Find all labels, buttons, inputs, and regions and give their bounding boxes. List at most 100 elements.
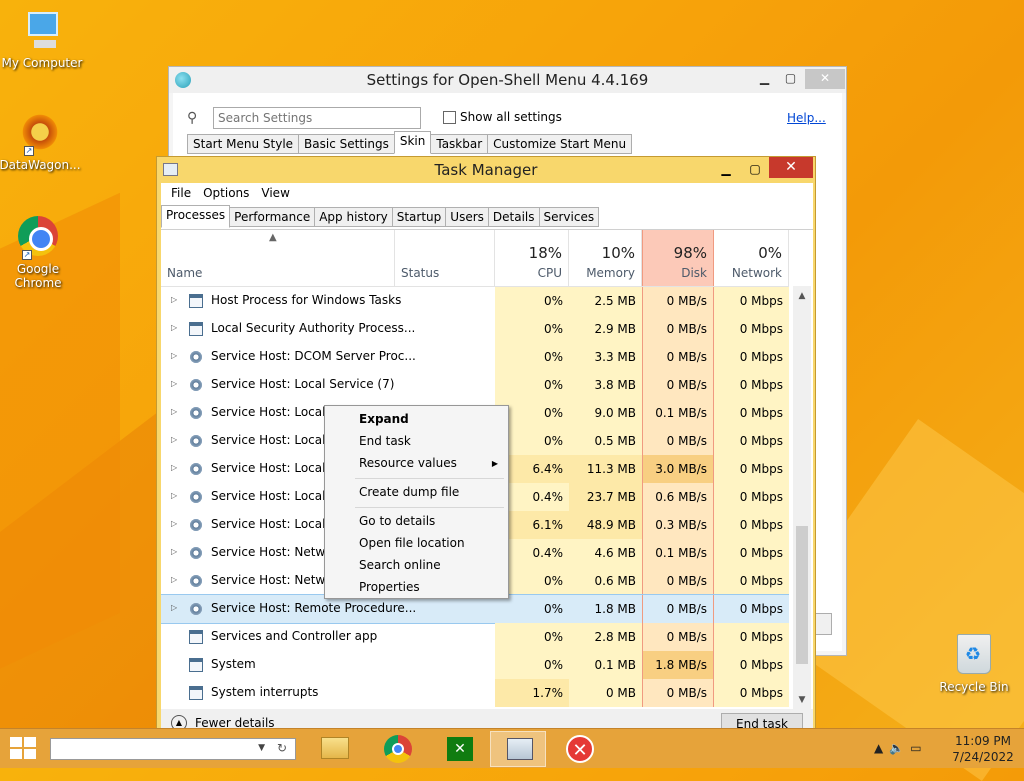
tab-startup[interactable]: Startup (391, 207, 447, 227)
desktop-icon-recycle-bin[interactable]: Recycle Bin (932, 634, 1016, 694)
expand-arrow-icon[interactable]: ▷ (171, 407, 177, 416)
tab-processes[interactable]: Processes (161, 205, 231, 228)
desktop-icon-label: Google Chrome (14, 262, 62, 290)
expand-arrow-icon[interactable]: ▷ (171, 519, 177, 528)
disk-value: 0 MB/s (642, 343, 714, 371)
taskbar: ▼ ↻ ✕ ✕ ▲🔈▭ 11:09 PM 7/24/2022 (0, 728, 1024, 768)
minimize-button[interactable]: ▁ (713, 159, 739, 179)
taskbar-app-task-manager[interactable] (490, 731, 546, 767)
tab-basic-settings[interactable]: Basic Settings (298, 134, 395, 154)
service-gear-icon (189, 602, 203, 616)
expand-arrow-icon[interactable]: ▷ (171, 463, 177, 472)
table-row[interactable]: ▷ Service Host: Remote Procedure... 0% 1.8 … (161, 594, 789, 624)
context-create-dump-file[interactable]: Create dump file (359, 485, 459, 499)
taskbar-app-file-explorer[interactable] (305, 731, 361, 767)
taskbar-app-xbox[interactable]: ✕ (430, 731, 486, 767)
taskbar-app-close[interactable]: ✕ (552, 731, 608, 767)
close-button[interactable]: ✕ (769, 157, 813, 178)
task-manager-title-bar[interactable]: Task Manager ▁ ▢ ✕ (157, 157, 815, 183)
tab-details[interactable]: Details (487, 207, 540, 227)
expand-arrow-icon[interactable]: ▷ (171, 575, 177, 584)
network-icon[interactable]: ▭ (910, 741, 927, 755)
chevron-down-icon[interactable]: ▼ (258, 743, 265, 753)
maximize-button[interactable]: ▢ (777, 69, 804, 89)
scroll-down-arrow-icon[interactable]: ▼ (793, 692, 811, 708)
desktop-icon-my-computer[interactable]: My Computer (0, 10, 84, 70)
minimize-button[interactable]: ▁ (751, 69, 778, 89)
tab-customize-start-menu[interactable]: Customize Start Menu (487, 134, 633, 154)
column-header-network[interactable]: 0% Network (714, 230, 789, 286)
expand-arrow-icon[interactable]: ▷ (171, 379, 177, 388)
cpu-value: 0% (495, 371, 569, 399)
network-total: 0% (758, 244, 782, 262)
context-resource-values[interactable]: Resource values (359, 456, 457, 470)
submenu-arrow-icon: ▶ (491, 459, 498, 468)
table-row[interactable]: ▷ Local Security Authority Process... 0% 2.… (161, 315, 789, 343)
context-menu: Expand End task Resource values ▶ Create… (324, 405, 509, 599)
scroll-thumb[interactable] (796, 526, 808, 664)
column-header-name[interactable]: ▲ Name (161, 230, 395, 286)
table-row[interactable]: ▷ Host Process for Windows Tasks 0% 2.5 MB 0… (161, 287, 789, 315)
tab-skin[interactable]: Skin (393, 131, 432, 154)
network-value: 0 Mbps (714, 539, 789, 567)
context-expand[interactable]: Expand (359, 412, 409, 426)
service-gear-icon (189, 406, 203, 420)
start-button[interactable] (10, 737, 38, 761)
column-header-status[interactable]: Status (395, 230, 495, 286)
context-properties[interactable]: Properties (359, 580, 420, 594)
expand-arrow-icon[interactable]: ▷ (171, 547, 177, 556)
network-value: 0 Mbps (714, 567, 789, 595)
table-row[interactable]: System 0% 0.1 MB 1.8 MB/s 0 Mbps (161, 651, 789, 679)
tab-taskbar[interactable]: Taskbar (430, 134, 489, 154)
column-header-disk[interactable]: 98% Disk (642, 230, 714, 286)
expand-arrow-icon[interactable]: ▷ (171, 351, 177, 360)
column-disk-label: Disk (681, 266, 707, 280)
table-row[interactable]: Services and Controller app 0% 2.8 MB 0 MB/… (161, 623, 789, 651)
expand-arrow-icon[interactable]: ▷ (171, 603, 177, 612)
tab-users[interactable]: Users (445, 207, 489, 227)
show-all-settings-checkbox[interactable] (443, 111, 456, 124)
taskbar-clock[interactable]: 11:09 PM 7/24/2022 (948, 733, 1018, 765)
expand-arrow-icon[interactable]: ▷ (171, 323, 177, 332)
context-search-online[interactable]: Search online (359, 558, 441, 572)
help-link[interactable]: Help... (787, 111, 826, 125)
context-go-to-details[interactable]: Go to details (359, 514, 435, 528)
menu-options[interactable]: Options (197, 186, 255, 200)
tab-app-history[interactable]: App history (314, 207, 393, 227)
desktop-icon-google-chrome[interactable]: ↗ Google Chrome (0, 216, 80, 290)
table-row[interactable]: ▷ Service Host: DCOM Server Proc... 0% 3.3 … (161, 343, 789, 371)
maximize-button[interactable]: ▢ (742, 159, 768, 179)
context-open-file-location[interactable]: Open file location (359, 536, 465, 550)
close-button[interactable]: ✕ (805, 69, 845, 89)
menu-file[interactable]: File (165, 186, 197, 200)
process-list-scrollbar[interactable]: ▲ ▼ (793, 286, 811, 710)
search-settings-input[interactable] (213, 107, 421, 129)
desktop-icon-datawagon[interactable]: ↗ DataWagon... (0, 112, 82, 172)
expand-arrow-icon[interactable]: ▷ (171, 435, 177, 444)
taskbar-app-chrome[interactable] (368, 731, 424, 767)
column-header-cpu[interactable]: 18% CPU (495, 230, 569, 286)
context-end-task[interactable]: End task (359, 434, 411, 448)
table-row[interactable]: ▷ Service Host: Local Service (7) 0% 3.8 MB… (161, 371, 789, 399)
memory-value: 1.8 MB (594, 602, 636, 616)
column-header-memory[interactable]: 10% Memory (569, 230, 642, 286)
chevron-up-icon[interactable]: ▲ (874, 741, 889, 755)
speaker-icon[interactable]: 🔈 (889, 741, 910, 755)
disk-value: 0 MB/s (642, 567, 714, 595)
tab-services[interactable]: Services (538, 207, 600, 227)
scroll-up-arrow-icon[interactable]: ▲ (793, 288, 811, 304)
tab-start-menu-style[interactable]: Start Menu Style (187, 134, 300, 154)
disk-value: 0 MB/s (642, 679, 714, 707)
menu-view[interactable]: View (255, 186, 295, 200)
system-tray[interactable]: ▲🔈▭ (874, 741, 928, 755)
desktop-icon-label: Recycle Bin (939, 680, 1009, 694)
expand-arrow-icon[interactable]: ▷ (171, 491, 177, 500)
column-cpu-label: CPU (537, 266, 562, 280)
refresh-icon[interactable]: ↻ (277, 741, 287, 755)
table-row[interactable]: System interrupts 1.7% 0 MB 0 MB/s 0 Mbps (161, 679, 789, 707)
expand-arrow-icon[interactable]: ▷ (171, 295, 177, 304)
process-window-icon (189, 630, 203, 644)
taskbar-address-input[interactable]: ▼ ↻ (50, 738, 296, 760)
tab-performance[interactable]: Performance (229, 207, 316, 227)
openshell-title-bar[interactable]: Settings for Open-Shell Menu 4.4.169 ▁ ▢… (169, 67, 846, 93)
